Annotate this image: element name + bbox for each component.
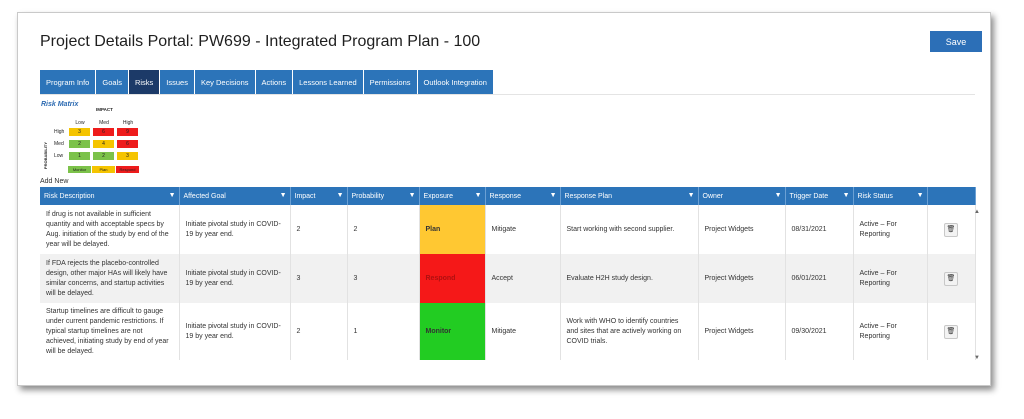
exposure-value: Plan bbox=[419, 205, 486, 254]
save-button[interactable]: Save bbox=[930, 31, 982, 52]
tab-risks[interactable]: Risks bbox=[128, 70, 160, 94]
owner-value: Project Widgets bbox=[698, 303, 786, 360]
legend-monitor: Monitor bbox=[68, 166, 91, 173]
tab-actions[interactable]: Actions bbox=[255, 70, 293, 94]
trash-icon[interactable]: 🗑 bbox=[944, 222, 958, 237]
add-new-link[interactable]: Add New bbox=[40, 178, 68, 185]
filter-icon[interactable]: ▼ bbox=[550, 192, 557, 199]
legend-respond: Respond bbox=[116, 166, 139, 173]
exposure-value: Respond bbox=[419, 254, 486, 303]
tab-issues[interactable]: Issues bbox=[160, 70, 194, 94]
filter-icon[interactable]: ▼ bbox=[917, 192, 924, 199]
trash-icon[interactable]: 🗑 bbox=[944, 271, 958, 286]
response-value: Accept bbox=[485, 254, 561, 303]
table-row[interactable]: Startup timelines are difficult to gauge… bbox=[40, 303, 976, 360]
col-header-owner[interactable]: Owner ▼ bbox=[698, 187, 786, 205]
page-title: Project Details Portal: PW699 - Integrat… bbox=[40, 33, 481, 50]
filter-icon[interactable]: ▼ bbox=[337, 192, 344, 199]
matrix-cell: 4 bbox=[92, 139, 115, 149]
risk-status: Active – For Reporting bbox=[853, 205, 928, 254]
row-actions: 🗑 bbox=[927, 205, 976, 254]
trigger-date: 06/01/2021 bbox=[785, 254, 854, 303]
matrix-cell: 2 bbox=[68, 139, 91, 149]
impact-value: 2 bbox=[290, 303, 348, 360]
scroll-down-arrow-icon[interactable]: ▼ bbox=[974, 355, 980, 361]
col-header-impact[interactable]: Impact ▼ bbox=[290, 187, 348, 205]
impact-value: 3 bbox=[290, 254, 348, 303]
col-header-risk-status[interactable]: Risk Status ▼ bbox=[853, 187, 928, 205]
affected-goal: Initiate pivotal study in COVID-19 by ye… bbox=[179, 205, 291, 254]
trigger-date: 09/30/2021 bbox=[785, 303, 854, 360]
scroll-up-arrow-icon[interactable]: ▲ bbox=[974, 209, 980, 215]
portal-window: Project Details Portal: PW699 - Integrat… bbox=[17, 12, 991, 386]
risk-status: Active – For Reporting bbox=[853, 303, 928, 360]
risk-description: Startup timelines are difficult to gauge… bbox=[40, 303, 180, 360]
matrix-row-high: High bbox=[54, 129, 65, 135]
tab-lessons-learned[interactable]: Lessons Learned bbox=[293, 70, 363, 94]
col-header-probability[interactable]: Probability ▼ bbox=[347, 187, 420, 205]
matrix-col-low: Low bbox=[75, 120, 85, 126]
probability-value: 2 bbox=[347, 205, 420, 254]
owner-value: Project Widgets bbox=[698, 254, 786, 303]
table-row[interactable]: If FDA rejects the placebo-controlled de… bbox=[40, 254, 976, 303]
row-actions: 🗑 bbox=[927, 254, 976, 303]
trash-icon[interactable]: 🗑 bbox=[944, 324, 958, 339]
col-header-actions bbox=[927, 187, 976, 205]
matrix-cell: 6 bbox=[116, 139, 139, 149]
risk-table: Risk Description ▼ Affected Goal ▼ Impact ▼… bbox=[40, 187, 976, 360]
tab-outlook-integration[interactable]: Outlook Integration bbox=[417, 70, 493, 94]
risk-matrix-title: Risk Matrix bbox=[41, 101, 79, 108]
impact-value: 2 bbox=[290, 205, 348, 254]
filter-icon[interactable]: ▼ bbox=[475, 192, 482, 199]
matrix-cell: 3 bbox=[68, 127, 91, 137]
col-header-trigger-date[interactable]: Trigger Date ▼ bbox=[785, 187, 854, 205]
tab-bar: Program Info Goals Risks Issues Key Deci… bbox=[40, 70, 975, 95]
affected-goal: Initiate pivotal study in COVID-19 by ye… bbox=[179, 254, 291, 303]
filter-icon[interactable]: ▼ bbox=[409, 192, 416, 199]
owner-value: Project Widgets bbox=[698, 205, 786, 254]
response-plan: Work with WHO to identify countries and … bbox=[560, 303, 699, 360]
col-header-exposure[interactable]: Exposure ▼ bbox=[419, 187, 486, 205]
trigger-date: 08/31/2021 bbox=[785, 205, 854, 254]
response-plan: Start working with second supplier. bbox=[560, 205, 699, 254]
risk-description: If FDA rejects the placebo-controlled de… bbox=[40, 254, 180, 303]
affected-goal: Initiate pivotal study in COVID-19 by ye… bbox=[179, 303, 291, 360]
risk-status: Active – For Reporting bbox=[853, 254, 928, 303]
matrix-col-med: Med bbox=[99, 120, 109, 126]
probability-value: 1 bbox=[347, 303, 420, 360]
tab-goals[interactable]: Goals bbox=[96, 70, 128, 94]
col-header-response[interactable]: Response ▼ bbox=[485, 187, 561, 205]
exposure-value: Monitor bbox=[419, 303, 486, 360]
probability-value: 3 bbox=[347, 254, 420, 303]
tab-program-info[interactable]: Program Info bbox=[40, 70, 96, 94]
response-value: Mitigate bbox=[485, 303, 561, 360]
col-header-response-plan[interactable]: Response Plan ▼ bbox=[560, 187, 699, 205]
filter-icon[interactable]: ▼ bbox=[843, 192, 850, 199]
response-value: Mitigate bbox=[485, 205, 561, 254]
risk-description: If drug is not available in sufficient q… bbox=[40, 205, 180, 254]
table-row[interactable]: If drug is not available in sufficient q… bbox=[40, 205, 976, 254]
filter-icon[interactable]: ▼ bbox=[688, 192, 695, 199]
response-plan: Evaluate H2H study design. bbox=[560, 254, 699, 303]
filter-icon[interactable]: ▼ bbox=[169, 192, 176, 199]
matrix-cell: 2 bbox=[92, 151, 115, 161]
filter-icon[interactable]: ▼ bbox=[775, 192, 782, 199]
tab-permissions[interactable]: Permissions bbox=[363, 70, 417, 94]
table-header-row: Risk Description ▼ Affected Goal ▼ Impact ▼… bbox=[40, 187, 976, 205]
tab-key-decisions[interactable]: Key Decisions bbox=[194, 70, 255, 94]
col-header-risk-description[interactable]: Risk Description ▼ bbox=[40, 187, 180, 205]
col-header-affected-goal[interactable]: Affected Goal ▼ bbox=[179, 187, 291, 205]
filter-icon[interactable]: ▼ bbox=[280, 192, 287, 199]
row-actions: 🗑 bbox=[927, 303, 976, 360]
matrix-row-low: Low bbox=[54, 153, 64, 159]
matrix-cell: 9 bbox=[116, 127, 139, 137]
impact-axis-label: IMPACT bbox=[96, 107, 113, 112]
probability-axis-label: PROBABILITY bbox=[43, 141, 49, 170]
matrix-cell: 6 bbox=[92, 127, 115, 137]
legend-plan: Plan bbox=[92, 166, 115, 173]
matrix-row-med: Med bbox=[54, 141, 64, 147]
matrix-cell: 3 bbox=[116, 151, 139, 161]
matrix-col-high: High bbox=[122, 120, 134, 126]
matrix-cell: 1 bbox=[68, 151, 91, 161]
